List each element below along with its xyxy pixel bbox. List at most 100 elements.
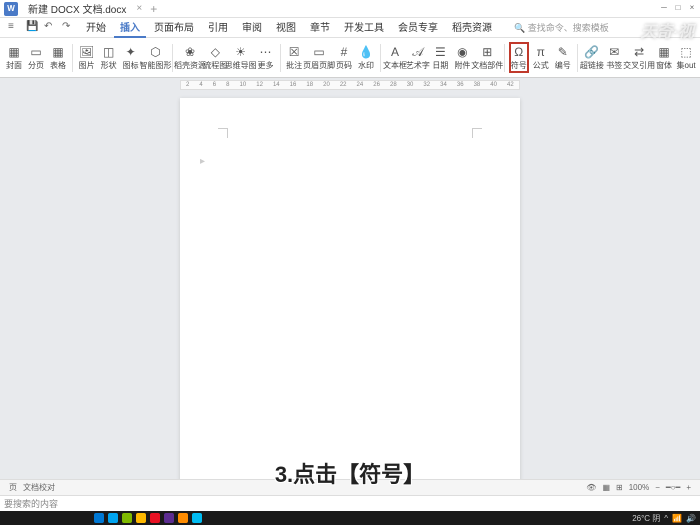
taskbar-app-4[interactable] — [150, 513, 160, 523]
ribbon-icon: ⬚ — [678, 44, 694, 60]
ribbon-label: 交叉引用 — [623, 60, 655, 71]
ribbon-item-11[interactable]: ☒批注 — [284, 43, 304, 72]
ribbon-item-24[interactable]: ✉书签 — [604, 43, 624, 72]
ribbon-item-22[interactable]: ✎编号 — [553, 43, 573, 72]
taskbar-app-6[interactable] — [178, 513, 188, 523]
layout-icon[interactable]: ▦ — [599, 483, 613, 492]
ribbon-icon: ✉ — [606, 44, 622, 60]
ribbon-item-4[interactable]: ◫形状 — [99, 43, 119, 72]
ribbon-label: 公式 — [533, 60, 549, 71]
ribbon-item-16[interactable]: 𝒜艺术字 — [407, 43, 428, 72]
ribbon-item-23[interactable]: 🔗超链接 — [581, 43, 602, 72]
menu-tab-2[interactable]: 页面布局 — [148, 17, 200, 38]
network-icon[interactable]: 📶 — [672, 514, 682, 523]
tray-chevron-icon[interactable]: ^ — [664, 514, 668, 523]
volume-icon[interactable]: 🔊 — [686, 514, 696, 523]
ribbon-toolbar: ▦封面▭分页▦表格🖼图片◫形状✦图标⬡智能图形❀稻壳资源◇流程图☀思维导图⋯更多… — [0, 38, 700, 78]
taskbar-app-0[interactable] — [94, 513, 104, 523]
menu-tab-3[interactable]: 引用 — [202, 17, 234, 38]
ribbon-item-8[interactable]: ◇流程图 — [205, 43, 226, 72]
tab-add-button[interactable]: + — [150, 2, 157, 16]
document-page[interactable]: ▸ — [180, 98, 520, 487]
watermark-text: 天奇·视 — [641, 18, 694, 42]
ruler-area: 24681012141618202224262830323436384042 — [0, 78, 700, 92]
ribbon-label: 封面 — [6, 60, 22, 71]
ribbon-item-25[interactable]: ⇄交叉引用 — [626, 43, 652, 72]
ribbon-label: 艺术字 — [406, 60, 430, 71]
ribbon-item-7[interactable]: ❀稻壳资源 — [177, 43, 203, 72]
workspace: ▸ — [0, 92, 700, 487]
taskbar-app-5[interactable] — [164, 513, 174, 523]
proofing-button[interactable]: 文档校对 — [20, 482, 58, 493]
ribbon-item-3[interactable]: 🖼图片 — [77, 43, 97, 72]
maximize-button[interactable]: □ — [672, 3, 684, 15]
ribbon-item-18[interactable]: ◉附件 — [452, 43, 472, 72]
redo-icon[interactable]: ↷ — [62, 21, 76, 35]
page-indicator[interactable]: 页 — [6, 482, 20, 493]
ribbon-item-14[interactable]: 💧水印 — [356, 43, 376, 72]
ribbon-icon: ⬡ — [148, 44, 164, 60]
taskbar-app-3[interactable] — [136, 513, 146, 523]
menu-tab-7[interactable]: 开发工具 — [338, 17, 390, 38]
app-logo-icon: W — [4, 2, 18, 16]
menu-tab-8[interactable]: 会员专享 — [392, 17, 444, 38]
ribbon-icon: ☀ — [233, 44, 249, 60]
ribbon-item-1[interactable]: ▭分页 — [26, 43, 46, 72]
ribbon-item-5[interactable]: ✦图标 — [121, 43, 141, 72]
fit-icon[interactable]: ⊞ — [613, 483, 626, 492]
ribbon-item-19[interactable]: ⊞文档部件 — [474, 43, 500, 72]
menu-tab-5[interactable]: 视图 — [270, 17, 302, 38]
ribbon-item-26[interactable]: ▦窗体 — [654, 43, 674, 72]
zoom-slider[interactable]: ━○━ — [663, 483, 683, 492]
ribbon-icon: ▭ — [311, 44, 327, 60]
ribbon-item-0[interactable]: ▦封面 — [4, 43, 24, 72]
os-search-bar[interactable]: 要搜索的内容 — [0, 495, 700, 511]
ribbon-item-15[interactable]: A文本框 — [385, 43, 406, 72]
menu-tab-0[interactable]: 开始 — [80, 17, 112, 38]
ribbon-item-27[interactable]: ⬚集out — [676, 43, 696, 72]
undo-icon[interactable]: ↶ — [44, 21, 58, 35]
ribbon-item-21[interactable]: π公式 — [531, 43, 551, 72]
ribbon-label: 图标 — [123, 60, 139, 71]
menu-tab-4[interactable]: 审阅 — [236, 17, 268, 38]
zoom-out-button[interactable]: − — [652, 483, 663, 492]
zoom-level[interactable]: 100% — [626, 483, 652, 492]
system-tray[interactable]: 26°C 阴 ^ 📶 🔊 — [632, 513, 696, 524]
ribbon-label: 更多 — [258, 60, 274, 71]
tab-close-button[interactable]: × — [136, 3, 142, 14]
ribbon-item-6[interactable]: ⬡智能图形 — [143, 43, 169, 72]
save-icon[interactable]: 💾 — [26, 21, 40, 35]
menu-tab-9[interactable]: 稻壳资源 — [446, 17, 498, 38]
taskbar-app-1[interactable] — [108, 513, 118, 523]
ribbon-item-17[interactable]: ☰日期 — [430, 43, 450, 72]
ribbon-item-10[interactable]: ⋯更多 — [256, 43, 276, 72]
ribbon-item-13[interactable]: #页码 — [334, 43, 354, 72]
ribbon-label: 分页 — [28, 60, 44, 71]
search-hint[interactable]: 🔍 查找命令、搜索模板 — [514, 21, 609, 34]
ribbon-label: 文本框 — [383, 60, 407, 71]
taskbar-app-2[interactable] — [122, 513, 132, 523]
menu-icon[interactable]: ≡ — [8, 21, 22, 35]
taskbar: 26°C 阴 ^ 📶 🔊 — [0, 511, 700, 525]
ribbon-item-2[interactable]: ▦表格 — [48, 43, 68, 72]
symbol-button[interactable]: Ω符号 — [509, 42, 529, 73]
ribbon-icon: ▭ — [28, 44, 44, 60]
ribbon-item-12[interactable]: ▭页眉页脚 — [306, 43, 332, 72]
ribbon-label: 附件 — [454, 60, 470, 71]
ribbon-icon: ▦ — [50, 44, 66, 60]
weather-widget[interactable]: 26°C 阴 — [632, 513, 660, 524]
margin-corner-tl — [218, 128, 228, 138]
zoom-in-button[interactable]: + — [683, 483, 694, 492]
ribbon-item-9[interactable]: ☀思维导图 — [228, 43, 254, 72]
taskbar-app-7[interactable] — [192, 513, 202, 523]
close-button[interactable]: × — [686, 3, 698, 15]
ribbon-label: 智能图形 — [140, 60, 172, 71]
minimize-button[interactable]: ─ — [658, 3, 670, 15]
ribbon-icon: π — [533, 44, 549, 60]
menu-tab-6[interactable]: 章节 — [304, 17, 336, 38]
view-icon[interactable]: 👁 — [583, 483, 599, 492]
menu-tab-1[interactable]: 插入 — [114, 17, 146, 38]
ribbon-icon: ▦ — [6, 44, 22, 60]
ribbon-icon: ☒ — [286, 44, 302, 60]
title-bar: W 新建 DOCX 文档.docx × + ─ □ × — [0, 0, 700, 18]
